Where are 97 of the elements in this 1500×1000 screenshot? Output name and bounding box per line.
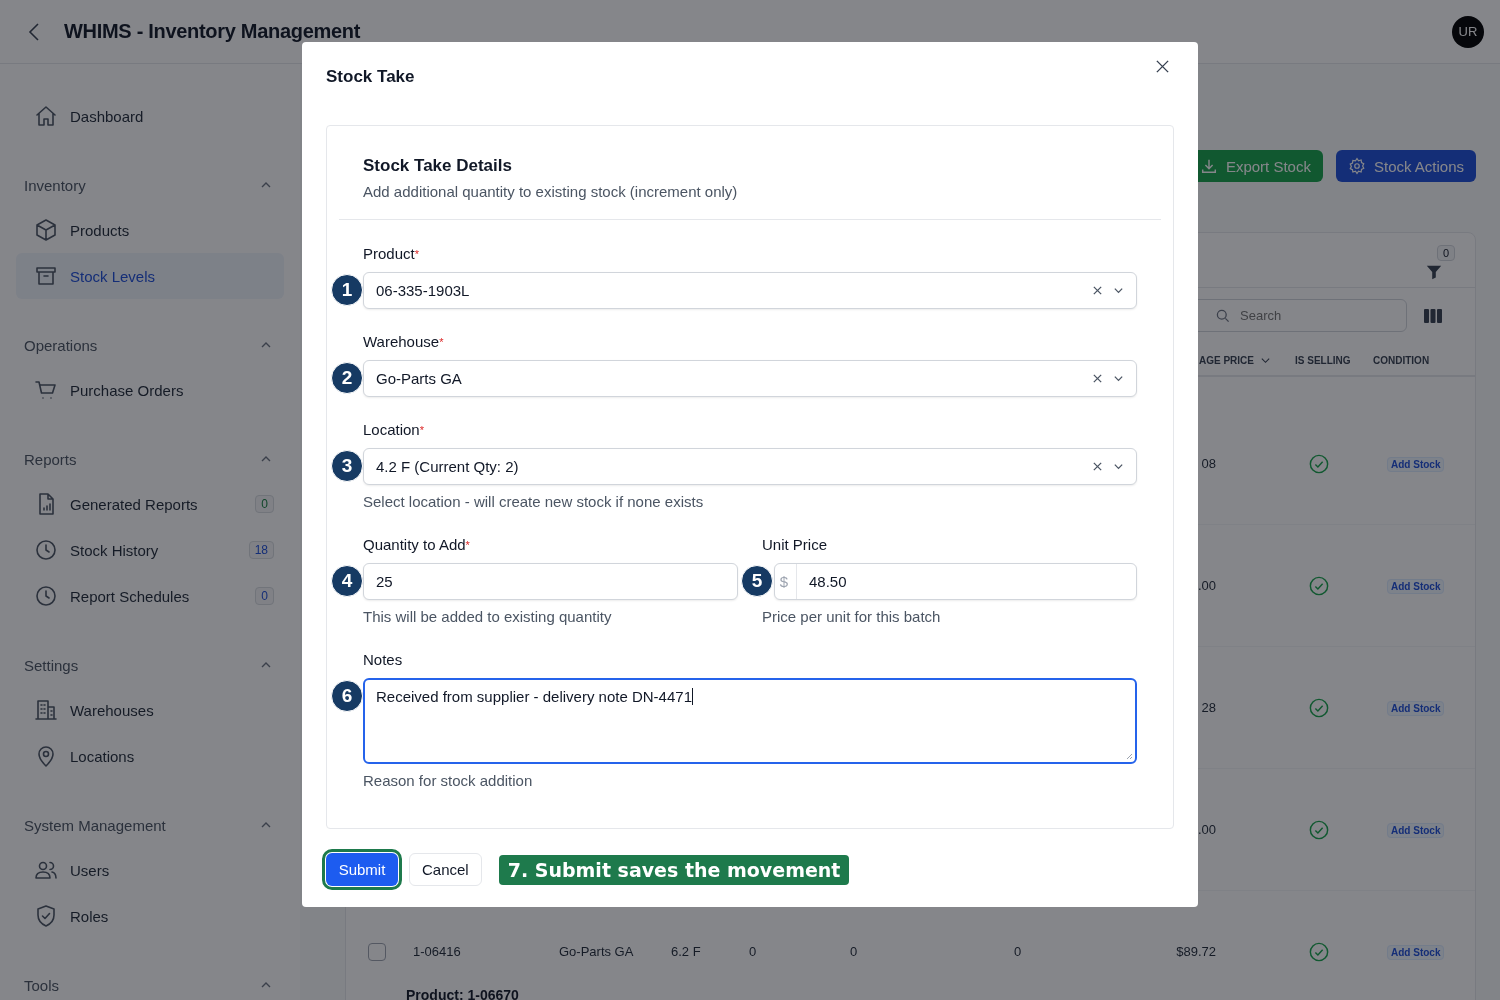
table-cell: Go-Parts GA	[559, 944, 634, 959]
field-label: Unit Price	[762, 535, 829, 555]
add-stock-tag[interactable]: Add Stock	[1387, 823, 1445, 838]
resize-handle-icon[interactable]	[1125, 752, 1133, 760]
archive-icon	[34, 264, 58, 288]
column-header[interactable]: CONDITION	[1367, 354, 1475, 366]
clock-icon	[34, 584, 58, 608]
cancel-button[interactable]: Cancel	[409, 853, 482, 886]
check-circle-icon	[1309, 453, 1329, 474]
user-avatar[interactable]: UR	[1452, 15, 1484, 48]
box-icon	[34, 218, 58, 242]
nav-item[interactable]: Dashboard	[16, 93, 284, 139]
section-title: Settings	[24, 656, 79, 674]
back-icon[interactable]	[28, 21, 40, 42]
card-subtitle: Add additional quantity to existing stock (increment only)	[363, 182, 739, 202]
check-circle-icon	[1309, 575, 1329, 596]
section-title: Tools	[24, 976, 60, 994]
clear-icon[interactable]	[1092, 285, 1103, 296]
filter-icon[interactable]	[1425, 263, 1443, 281]
row-checkbox[interactable]	[368, 942, 386, 961]
nav-item[interactable]: Generated Reports 0	[16, 481, 284, 527]
step-number-badge: 4	[331, 565, 363, 597]
step-number-badge: 3	[331, 450, 363, 482]
field-label: Notes	[363, 650, 404, 670]
price-cell: .00	[1197, 578, 1216, 593]
shield-icon	[34, 904, 58, 928]
nav-item[interactable]: Stock History 18	[16, 527, 284, 573]
select-field[interactable]: 06-335-1903L	[363, 272, 1137, 309]
notes-field[interactable]: Received from supplier - delivery note DN-4471	[363, 678, 1137, 764]
select-field[interactable]: 4.2 F (Current Qty: 2)	[363, 448, 1137, 485]
quantity-input[interactable]: 25	[363, 563, 738, 600]
add-stock-tag[interactable]: Add Stock	[1387, 945, 1445, 960]
chevron-down-icon[interactable]	[1113, 285, 1124, 296]
nav-item[interactable]: Report Schedules 0	[16, 573, 284, 619]
app-title: WHIMS - Inventory Management	[64, 20, 362, 43]
close-icon[interactable]	[1155, 59, 1170, 74]
field-label: Quantity to Add*	[363, 535, 471, 555]
dialog-title: Stock Take	[326, 66, 415, 87]
table-cell: 1-06416	[413, 944, 461, 959]
price-input[interactable]: $ 48.50	[774, 563, 1137, 600]
check-circle-icon	[1309, 941, 1329, 962]
settings-icon	[1347, 157, 1366, 175]
price-cell: 28	[1201, 700, 1216, 715]
home-icon	[34, 104, 58, 128]
chevron-down-icon[interactable]	[1113, 461, 1124, 472]
help-text: Select location - will create new stock if none exists	[363, 492, 705, 512]
price-cell: 08	[1201, 456, 1216, 471]
add-stock-tag[interactable]: Add Stock	[1387, 579, 1445, 594]
column-header[interactable]: IS SELLING	[1271, 354, 1367, 366]
help-text: Price per unit for this batch	[762, 607, 942, 627]
help-text: Reason for stock addition	[363, 771, 534, 791]
building-icon	[34, 698, 58, 722]
nav-item[interactable]: Users	[16, 847, 284, 893]
check-circle-icon	[1309, 819, 1329, 840]
section-title: Inventory	[24, 176, 86, 194]
step-number-badge: 6	[331, 680, 363, 712]
table-cell: 0	[850, 944, 858, 959]
cart-icon	[34, 378, 58, 402]
count-badge: 18	[248, 541, 274, 559]
nav-item[interactable]: Locations	[16, 733, 284, 779]
card-title: Stock Take Details	[363, 155, 513, 177]
callout-label: 7. Submit saves the movement	[498, 854, 850, 885]
nav-item[interactable]: Warehouses	[16, 687, 284, 733]
count-badge: 0	[255, 495, 274, 513]
filter-count-badge: 0	[1437, 245, 1456, 261]
add-stock-tag[interactable]: Add Stock	[1387, 701, 1445, 716]
step-number-badge: 2	[331, 362, 363, 394]
search-icon	[1215, 308, 1231, 324]
count-badge: 0	[255, 587, 274, 605]
clear-icon[interactable]	[1092, 461, 1103, 472]
field-label: Location*	[363, 420, 425, 440]
table-cell: 0	[749, 944, 757, 959]
section-title: Operations	[24, 336, 98, 354]
actions-button[interactable]: Stock Actions	[1335, 150, 1476, 182]
section-title: System Management	[24, 816, 166, 834]
clock-icon	[34, 538, 58, 562]
table-cell: 6.2 F	[671, 944, 701, 959]
check-circle-icon	[1309, 697, 1329, 718]
nav-item[interactable]: Purchase Orders	[16, 367, 284, 413]
section-title: Reports	[24, 450, 77, 468]
price-cell: $89.72	[1176, 944, 1216, 959]
nav-item[interactable]: Products	[16, 207, 284, 253]
price-cell: .00	[1197, 822, 1216, 837]
table-cell: 0	[1014, 944, 1022, 959]
select-field[interactable]: Go-Parts GA	[363, 360, 1137, 397]
nav-item[interactable]: Roles	[16, 893, 284, 939]
field-label: Warehouse*	[363, 332, 445, 352]
step-number-badge: 5	[741, 565, 773, 597]
step-number-badge: 1	[331, 274, 363, 306]
field-label: Product*	[363, 244, 420, 264]
download-icon	[1199, 157, 1218, 175]
nav-item[interactable]: Stock Levels	[16, 253, 284, 299]
help-text: This will be added to existing quantity	[363, 607, 613, 627]
add-stock-tag[interactable]: Add Stock	[1387, 457, 1445, 472]
clear-icon[interactable]	[1092, 373, 1103, 384]
group-header: Product: 1-06670	[405, 987, 520, 1000]
chevron-down-icon[interactable]	[1113, 373, 1124, 384]
